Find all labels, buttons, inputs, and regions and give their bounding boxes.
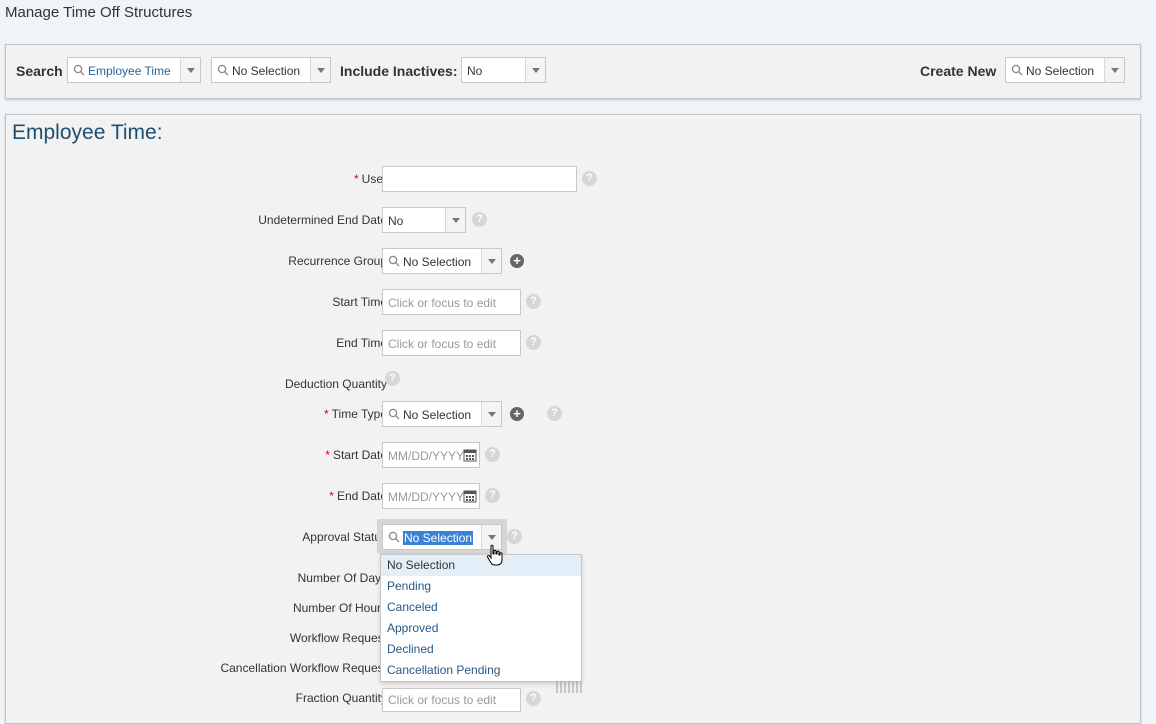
calendar-icon[interactable] (463, 489, 477, 503)
search-icon (388, 408, 400, 420)
help-icon[interactable]: ? (526, 294, 541, 309)
end-date-input[interactable]: MM/DD/YYYY (382, 483, 480, 509)
search-icon (73, 64, 85, 76)
search-icon (1011, 64, 1023, 76)
recurrence-group-combo[interactable]: No Selection (382, 248, 502, 274)
start-date-label: * Start Date (325, 448, 387, 462)
search-label: Search (16, 63, 63, 79)
end-date-label: * End Date (329, 489, 387, 503)
search-icon (388, 531, 400, 543)
workflow-request-label: Workflow Request (289, 631, 387, 645)
dropdown-option-canceled[interactable]: Canceled (381, 597, 581, 618)
chevron-down-icon[interactable] (445, 208, 465, 232)
recurrence-group-value: No Selection (403, 255, 472, 269)
chevron-down-icon[interactable] (1104, 58, 1124, 82)
calendar-icon[interactable] (463, 448, 477, 462)
search-icon (388, 255, 400, 267)
create-new-value: No Selection (1026, 64, 1095, 78)
page-title: Manage Time Off Structures (5, 4, 193, 21)
end-time-label: End Time (336, 336, 387, 350)
chevron-down-icon[interactable] (481, 249, 501, 273)
help-icon[interactable]: ? (526, 335, 541, 350)
approval-status-combo[interactable]: No Selection (382, 524, 502, 550)
undetermined-end-date-label: Undetermined End Date (258, 213, 387, 227)
search-value-combo[interactable]: No Selection (211, 57, 331, 83)
help-icon[interactable]: ? (547, 406, 562, 421)
fraction-quantity-placeholder: Click or focus to edit (388, 693, 497, 707)
search-type-combo[interactable]: Employee Time (67, 57, 201, 83)
dropdown-option-pending[interactable]: Pending (381, 576, 581, 597)
time-type-combo[interactable]: No Selection (382, 401, 502, 427)
chevron-down-icon[interactable] (481, 402, 501, 426)
hand-cursor-icon (486, 544, 503, 566)
time-type-label: * Time Type (323, 407, 387, 421)
resize-grip[interactable] (556, 681, 582, 693)
user-input[interactable] (382, 166, 577, 192)
undetermined-end-date-value: No (388, 214, 404, 228)
create-new-combo[interactable]: No Selection (1005, 57, 1125, 83)
chevron-down-icon[interactable] (525, 58, 545, 82)
required-marker: * (325, 448, 330, 462)
help-icon[interactable]: ? (507, 529, 522, 544)
help-icon[interactable]: ? (526, 691, 541, 706)
search-icon (217, 64, 229, 76)
help-icon[interactable]: ? (485, 447, 500, 462)
undetermined-end-date-select[interactable]: No (382, 207, 466, 233)
start-time-label: Start Time (332, 295, 387, 309)
include-inactives-label: Include Inactives: (340, 63, 458, 79)
recurrence-group-label: Recurrence Group (288, 254, 387, 268)
help-icon[interactable]: ? (385, 371, 400, 386)
number-of-days-label: Number Of Days (297, 571, 387, 585)
create-new-label: Create New (920, 63, 997, 79)
start-time-placeholder: Click or focus to edit (388, 296, 497, 310)
fraction-quantity-label: Fraction Quantity (295, 691, 387, 705)
time-type-value: No Selection (403, 408, 472, 422)
form-title: Employee Time: (12, 121, 163, 144)
cancellation-workflow-request-label: Cancellation Workflow Request (220, 661, 387, 675)
end-time-input[interactable]: Click or focus to edit (382, 330, 521, 356)
end-date-placeholder: MM/DD/YYYY (388, 490, 465, 504)
dropdown-option-no-selection[interactable]: No Selection (381, 555, 581, 576)
start-date-placeholder: MM/DD/YYYY (388, 449, 465, 463)
dropdown-option-declined[interactable]: Declined (381, 639, 581, 660)
approval-status-label: Approval Status (302, 530, 387, 544)
required-marker: * (353, 172, 359, 186)
help-icon[interactable]: ? (472, 212, 487, 227)
required-marker: * (323, 407, 329, 421)
add-recurrence-group-icon[interactable]: + (510, 254, 524, 268)
approval-status-dropdown: No Selection Pending Canceled Approved D… (380, 554, 582, 682)
chevron-down-icon[interactable] (310, 58, 330, 82)
number-of-hours-label: Number Of Hours (292, 601, 387, 615)
end-time-placeholder: Click or focus to edit (388, 337, 497, 351)
search-toolbar: Search Employee Time No Selection Includ… (5, 44, 1141, 99)
help-icon[interactable]: ? (485, 488, 500, 503)
include-inactives-value: No (467, 64, 483, 78)
chevron-down-icon[interactable] (180, 58, 200, 82)
deduction-quantity-label: Deduction Quantity (284, 377, 387, 391)
start-date-input[interactable]: MM/DD/YYYY (382, 442, 480, 468)
required-marker: * (329, 489, 334, 503)
dropdown-option-approved[interactable]: Approved (381, 618, 581, 639)
start-time-input[interactable]: Click or focus to edit (382, 289, 521, 315)
search-value-text: No Selection (232, 64, 301, 78)
search-type-value: Employee Time (88, 64, 171, 78)
add-time-type-icon[interactable]: + (510, 407, 524, 421)
help-icon[interactable]: ? (582, 171, 597, 186)
include-inactives-select[interactable]: No (461, 57, 546, 83)
approval-status-value[interactable]: No Selection (403, 531, 474, 545)
fraction-quantity-input[interactable]: Click or focus to edit (382, 688, 521, 712)
dropdown-option-cancellation-pending[interactable]: Cancellation Pending (381, 660, 581, 681)
